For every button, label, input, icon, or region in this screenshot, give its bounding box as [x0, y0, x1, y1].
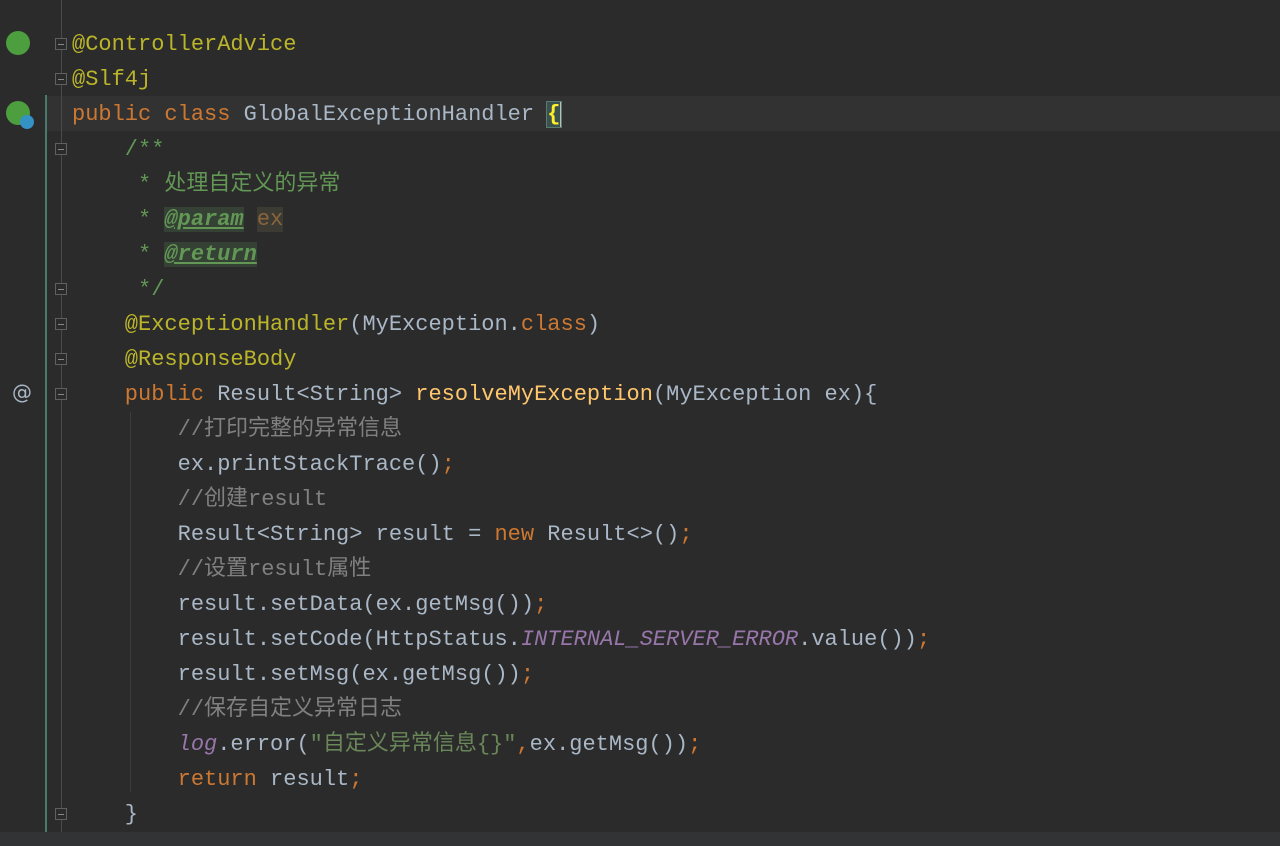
code-token-kw: return: [72, 767, 271, 792]
fold-guide: [61, 0, 62, 832]
text-cursor: [559, 101, 562, 128]
code-token-kw: new: [494, 522, 548, 547]
code-line[interactable]: }: [72, 797, 138, 832]
code-token-doc: * 处理自定义的异常: [72, 172, 341, 197]
code-token-pl: GlobalExceptionHandler: [243, 102, 548, 127]
code-token-pl: result: [270, 767, 350, 792]
code-line[interactable]: Result<String> result = new Result<>();: [72, 517, 693, 552]
code-token-pl: Result<>(): [547, 522, 680, 547]
code-token-kw: ;: [520, 662, 535, 687]
code-token-tag: @return: [164, 242, 257, 267]
code-line[interactable]: return result;: [72, 762, 363, 797]
code-line[interactable]: @Slf4j: [72, 62, 151, 97]
code-token-kw: class: [520, 312, 587, 337]
code-token-doc: /**: [72, 137, 165, 162]
fold-toggle-icon[interactable]: [55, 388, 67, 400]
code-line[interactable]: */: [72, 272, 164, 307]
code-token-pl: .error(: [217, 732, 310, 757]
code-token-ann: @ResponseBody: [72, 347, 297, 372]
code-token-ann: @ExceptionHandler: [72, 312, 350, 337]
code-token-cm: //创建result: [72, 487, 328, 512]
spring-bean-class-icon[interactable]: [6, 101, 34, 129]
code-line[interactable]: //保存自定义异常日志: [72, 692, 402, 727]
code-token-kw: public: [72, 382, 218, 407]
fold-toggle-icon[interactable]: [55, 808, 67, 820]
code-token-pl: }: [72, 802, 139, 827]
code-line[interactable]: public class GlobalExceptionHandler {: [72, 97, 562, 132]
code-token-pl: (MyException ex){: [652, 382, 878, 407]
code-line[interactable]: result.setData(ex.getMsg());: [72, 587, 548, 622]
code-token-kw: ;: [441, 452, 455, 477]
implementation-marker-icon[interactable]: @: [12, 380, 32, 404]
code-line[interactable]: @ResponseBody: [72, 342, 297, 377]
code-token-ann: @ControllerAdvice: [72, 32, 297, 57]
code-line[interactable]: //设置result属性: [72, 552, 372, 587]
class-badge-icon: [20, 115, 34, 129]
code-line[interactable]: //创建result: [72, 482, 328, 517]
code-line[interactable]: * @return: [72, 237, 257, 272]
code-token-pl: ex.printStackTrace(): [72, 452, 442, 477]
code-token-kw: ;: [534, 592, 548, 617]
fold-toggle-icon[interactable]: [55, 283, 67, 295]
spring-bean-check-icon[interactable]: [6, 31, 30, 55]
code-line[interactable]: log.error("自定义异常信息{}",ex.getMsg());: [72, 727, 702, 762]
code-line[interactable]: result.setMsg(ex.getMsg());: [72, 657, 534, 692]
code-token-md: resolveMyException: [415, 382, 653, 407]
code-line[interactable]: ex.printStackTrace();: [72, 447, 455, 482]
code-token-doc: *: [72, 207, 165, 232]
code-token-pl: result.setData(ex.getMsg()): [72, 592, 535, 617]
code-token-doc: */: [72, 277, 165, 302]
code-token-kw: public class: [72, 102, 244, 127]
code-line[interactable]: * 处理自定义的异常: [72, 167, 340, 202]
code-line[interactable]: @ControllerAdvice: [72, 27, 296, 62]
code-token-pl: result.setMsg(ex.getMsg()): [72, 662, 521, 687]
code-line[interactable]: /**: [72, 132, 165, 167]
code-token-pl: .value()): [798, 627, 917, 652]
code-token-pl: Result<String>: [217, 382, 416, 407]
code-token-pl: Result<String> result =: [72, 522, 495, 547]
code-line[interactable]: //打印完整的异常信息: [72, 412, 402, 447]
code-token-kw: ;: [916, 627, 931, 652]
code-token-pl: result.setCode(HttpStatus.: [72, 627, 521, 652]
fold-toggle-icon[interactable]: [55, 38, 67, 50]
vcs-change-marker[interactable]: [45, 95, 47, 832]
code-token-ann: @Slf4j: [72, 67, 152, 92]
fold-toggle-icon[interactable]: [55, 353, 67, 365]
code-token-pl: ): [586, 312, 601, 337]
code-token-lg: log: [72, 732, 218, 757]
code-editor[interactable]: @ @ControllerAdvice @Slf4j public class Gl…: [0, 0, 1280, 832]
code-token-doc: [244, 207, 257, 232]
code-token-tag: @param: [164, 207, 244, 232]
fold-toggle-icon[interactable]: [55, 318, 67, 330]
code-token-cm: //打印完整的异常信息: [72, 417, 403, 442]
code-line[interactable]: public Result<String> resolveMyException…: [72, 377, 878, 412]
code-line[interactable]: @ExceptionHandler(MyException.class): [72, 307, 600, 342]
code-token-kw: ;: [349, 767, 363, 792]
code-token-cm: //保存自定义异常日志: [72, 697, 403, 722]
code-token-kw: ,: [516, 732, 530, 757]
code-line[interactable]: result.setCode(HttpStatus.INTERNAL_SERVE…: [72, 622, 931, 657]
fold-toggle-icon[interactable]: [55, 143, 67, 155]
code-token-kw: ;: [679, 522, 693, 547]
code-token-cm: //设置result属性: [72, 557, 372, 582]
code-token-str: "自定义异常信息{}": [309, 732, 517, 757]
horizontal-scrollbar[interactable]: [0, 832, 1280, 846]
code-line[interactable]: * @param ex: [72, 202, 284, 237]
code-token-par: ex: [256, 207, 284, 232]
code-token-st: INTERNAL_SERVER_ERROR: [520, 627, 799, 652]
code-token-kw: ;: [688, 732, 702, 757]
code-token-doc: *: [72, 242, 165, 267]
code-token-pl: (MyException.: [349, 312, 521, 337]
fold-toggle-icon[interactable]: [55, 73, 67, 85]
code-token-pl: ex.getMsg()): [529, 732, 689, 757]
